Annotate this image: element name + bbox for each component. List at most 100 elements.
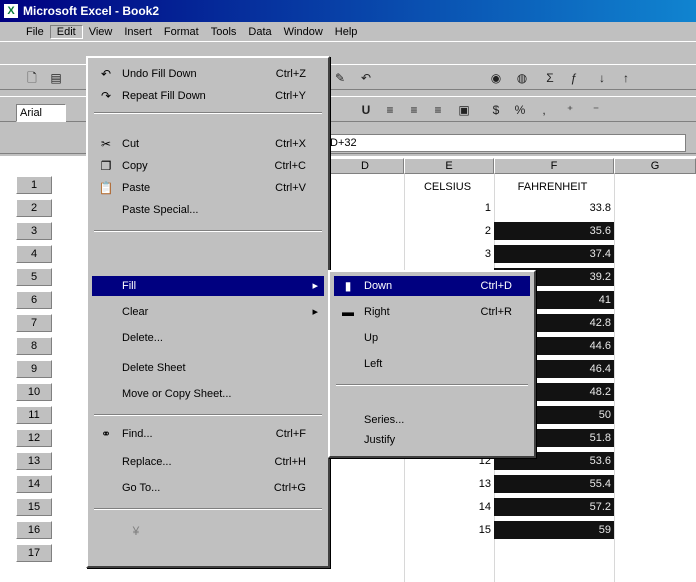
align-left-icon[interactable]: ≡ [380,101,400,119]
celsius-cell[interactable]: 14 [404,498,494,516]
fahrenheit-cell[interactable]: 35.6 [494,222,614,240]
menu-format[interactable]: Format [158,26,205,38]
menu-view[interactable]: View [83,26,119,38]
submenu-item-left[interactable]: Left [334,354,530,374]
fahrenheit-cell[interactable]: 37.4 [494,245,614,263]
submenu-item-down[interactable]: ▮ Down Ctrl+D [334,276,530,296]
font-select[interactable]: Arial [16,104,66,122]
row-header[interactable]: 1 [16,176,52,194]
autosum-icon[interactable]: Σ [540,69,560,87]
menu-item-label: Clear [122,306,149,318]
row-header[interactable]: 10 [16,383,52,401]
submenu-arrow-icon: ▸ [312,280,318,292]
row-header[interactable]: 9 [16,360,52,378]
merge-center-icon[interactable]: ▣ [454,101,474,119]
menu-item-move-copy-sheet[interactable]: Move or Copy Sheet... [92,384,324,404]
row-header[interactable]: 7 [16,314,52,332]
sort-descending-icon[interactable]: ↑ [616,69,636,87]
function-icon[interactable]: ƒ [564,69,584,87]
menu-shortcut: Ctrl+H [274,456,306,468]
edit-menu: ↶ Undo Fill Down Ctrl+Z ↷ Repeat Fill Down C… [86,56,330,568]
menu-item-find[interactable]: ⚭ Find... Ctrl+F [92,424,324,444]
column-header-e[interactable]: E [404,158,494,174]
row-header[interactable]: 6 [16,291,52,309]
celsius-cell[interactable]: 15 [404,521,494,539]
copy-icon: ❐ [100,159,112,173]
row-header[interactable]: 8 [16,337,52,355]
menu-shortcut: Ctrl+Z [275,68,306,80]
percent-icon[interactable]: % [510,101,530,119]
submenu-item-right[interactable]: ▬ Right Ctrl+R [334,302,530,322]
fahrenheit-cell[interactable]: 33.8 [494,199,614,217]
open-icon[interactable]: ▤ [46,69,66,87]
menu-item-copy[interactable]: ❐ Copy Ctrl+C [92,156,324,176]
decrease-decimal-icon[interactable]: ⁻ [586,101,606,119]
undo-toolbar-icon[interactable]: ↶ [356,69,376,87]
menu-edit[interactable]: Edit [49,24,83,39]
menu-item-replace[interactable]: Replace... Ctrl+H [92,452,324,472]
new-icon[interactable]: 🗋 [22,69,42,87]
menu-file[interactable]: File [4,26,50,38]
row-header[interactable]: 13 [16,452,52,470]
paste-format-icon[interactable]: ✎ [330,69,350,87]
window-title: Microsoft Excel - Book2 [23,4,160,18]
menu-insert[interactable]: Insert [118,26,158,38]
row-header[interactable]: 17 [16,544,52,562]
align-right-icon[interactable]: ≡ [428,101,448,119]
column-header-f[interactable]: F [494,158,614,174]
column-header-g[interactable]: G [614,158,696,174]
increase-decimal-icon[interactable]: ⁺ [560,101,580,119]
menu-item-undo[interactable]: ↶ Undo Fill Down Ctrl+Z [92,64,324,84]
menu-item-cut[interactable]: ✂ Cut Ctrl+X [92,134,324,154]
celsius-cell[interactable]: 3 [404,245,494,263]
submenu-item-up[interactable]: Up [334,328,530,348]
align-center-icon[interactable]: ≡ [404,101,424,119]
row-header[interactable]: 4 [16,245,52,263]
row-header[interactable]: 3 [16,222,52,240]
excel-icon: X [4,4,18,18]
fill-right-icon: ▬ [342,305,354,319]
menu-item-paste[interactable]: 📋 Paste Ctrl+V [92,178,324,198]
web-icon[interactable]: ◍ [512,69,532,87]
menu-shortcut: Ctrl+Y [275,90,306,102]
menu-item-delete[interactable]: Delete... [92,328,324,348]
sort-ascending-icon[interactable]: ↓ [592,69,612,87]
menu-help[interactable]: Help [329,26,364,38]
menu-item-delete-sheet[interactable]: Delete Sheet [92,358,324,378]
menu-item-paste-special[interactable]: Paste Special... [92,200,324,220]
row-header[interactable]: 16 [16,521,52,539]
row-header[interactable]: 2 [16,199,52,217]
menu-data[interactable]: Data [242,26,277,38]
fahrenheit-header[interactable]: FAHRENHEIT [494,178,614,196]
celsius-cell[interactable]: 2 [404,222,494,240]
row-header[interactable]: 5 [16,268,52,286]
celsius-cell[interactable]: 13 [404,475,494,493]
celsius-header[interactable]: CELSIUS [404,178,494,196]
row-header[interactable]: 12 [16,429,52,447]
comma-icon[interactable]: , [534,101,554,119]
currency-icon[interactable]: $ [486,101,506,119]
underline-icon[interactable]: U [356,101,376,119]
formula-input[interactable]: D+32 [326,134,686,152]
expand-menu-icon[interactable]: ¥ [128,524,144,538]
submenu-item-justify[interactable]: Justify [334,430,530,450]
hyperlink-icon[interactable]: ◉ [486,69,506,87]
menu-separator [94,508,322,510]
row-header[interactable]: 14 [16,475,52,493]
menu-item-repeat[interactable]: ↷ Repeat Fill Down Ctrl+Y [92,86,324,106]
fahrenheit-cell[interactable]: 55.4 [494,475,614,493]
submenu-item-label: Series... [364,414,405,426]
menu-item-goto[interactable]: Go To... Ctrl+G [92,478,324,498]
row-header[interactable]: 11 [16,406,52,424]
fahrenheit-cell[interactable]: 57.2 [494,498,614,516]
menu-window[interactable]: Window [278,26,329,38]
menu-tools[interactable]: Tools [205,26,243,38]
menu-item-fill[interactable]: Fill ▸ [92,276,324,296]
submenu-item-label: Up [364,332,379,344]
submenu-item-series[interactable]: Series... [334,410,530,430]
fahrenheit-cell[interactable]: 59 [494,521,614,539]
row-header[interactable]: 15 [16,498,52,516]
menu-item-clear[interactable]: Clear ▸ [92,302,324,322]
celsius-cell[interactable]: 1 [404,199,494,217]
column-header-d[interactable]: D [326,158,404,174]
